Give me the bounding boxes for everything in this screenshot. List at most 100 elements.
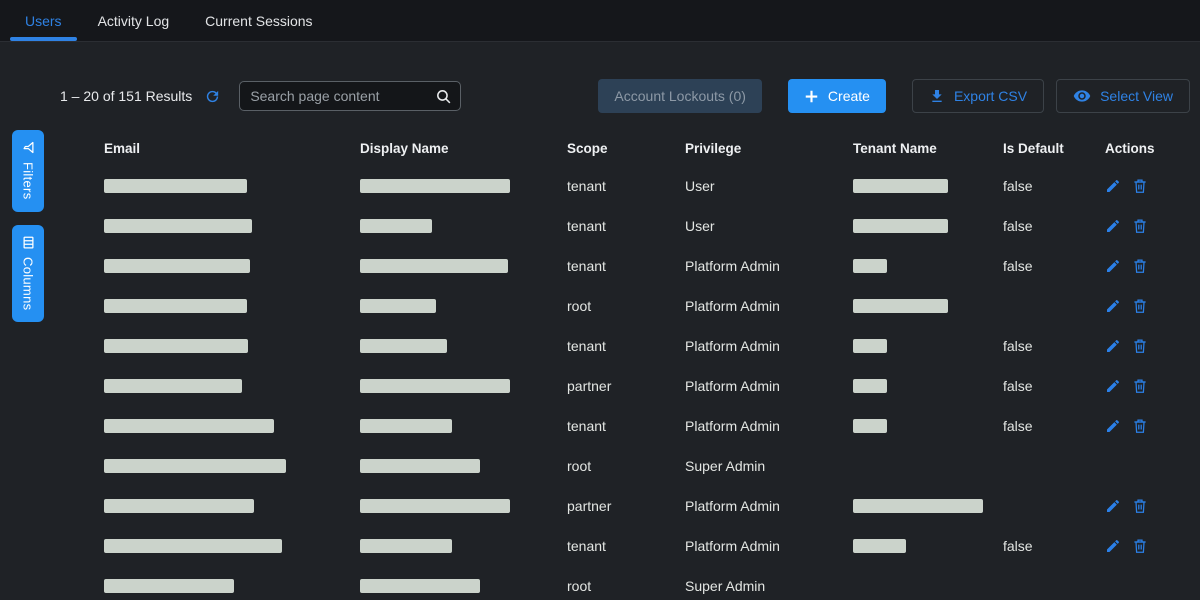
redacted-display-name-bar [360,379,510,393]
trash-icon [1132,378,1148,394]
edit-button[interactable] [1105,218,1121,234]
cell-scope: tenant [567,218,685,234]
pencil-icon [1105,298,1121,314]
tab-activity-log[interactable]: Activity Log [83,0,185,41]
cell-actions [1105,538,1197,554]
edit-button[interactable] [1105,258,1121,274]
search-input[interactable] [250,88,435,104]
columns-icon [21,235,36,250]
redacted-email-bar [104,419,274,433]
table-row: rootSuper Admin [104,446,1197,486]
edit-button[interactable] [1105,178,1121,194]
cell-display-name [360,419,567,433]
cell-tenant-name [853,499,1003,513]
redacted-email-bar [104,299,247,313]
delete-button[interactable] [1132,418,1148,434]
button-label: Account Lockouts (0) [614,88,746,104]
col-header-privilege: Privilege [685,141,853,156]
pencil-icon [1105,178,1121,194]
cell-actions [1105,338,1197,354]
cell-email [104,379,360,393]
delete-button[interactable] [1132,538,1148,554]
pencil-icon [1105,258,1121,274]
sidebar-tab-filters[interactable]: Filters [12,130,44,212]
cell-scope: tenant [567,418,685,434]
edit-button[interactable] [1105,378,1121,394]
redacted-tenant-name-bar [853,419,887,433]
redacted-email-bar [104,539,282,553]
cell-is-default: false [1003,178,1105,194]
redacted-email-bar [104,579,234,593]
export-csv-button[interactable]: Export CSV [912,79,1044,113]
toolbar: 1 – 20 of 151 Results Account Lockouts (… [0,78,1200,114]
edit-button[interactable] [1105,298,1121,314]
edit-button[interactable] [1105,538,1121,554]
cell-display-name [360,539,567,553]
cell-display-name [360,299,567,313]
create-button[interactable]: Create [788,79,886,113]
cell-scope: tenant [567,538,685,554]
cell-tenant-name [853,419,1003,433]
delete-button[interactable] [1132,498,1148,514]
trash-icon [1132,178,1148,194]
col-header-tenant-name: Tenant Name [853,141,1003,156]
edit-button[interactable] [1105,418,1121,434]
cell-is-default: false [1003,338,1105,354]
cell-email [104,339,360,353]
side-tabs: Filters Columns [12,130,44,322]
cell-actions [1105,298,1197,314]
cell-actions [1105,498,1197,514]
table-row: rootPlatform Admin [104,286,1197,326]
cell-display-name [360,499,567,513]
cell-email [104,539,360,553]
delete-button[interactable] [1132,338,1148,354]
cell-tenant-name [853,379,1003,393]
edit-button[interactable] [1105,498,1121,514]
edit-button[interactable] [1105,338,1121,354]
redacted-tenant-name-bar [853,219,948,233]
col-header-email: Email [104,141,360,156]
cell-actions [1105,418,1197,434]
tab-users[interactable]: Users [10,0,77,41]
trash-icon [1132,218,1148,234]
table-row: partnerPlatform Adminfalse [104,366,1197,406]
select-view-button[interactable]: Select View [1056,79,1190,113]
tab-current-sessions[interactable]: Current Sessions [190,0,327,41]
pencil-icon [1105,538,1121,554]
cell-privilege: Platform Admin [685,258,853,274]
cell-actions [1105,178,1197,194]
cell-scope: partner [567,378,685,394]
cell-privilege: Platform Admin [685,338,853,354]
delete-button[interactable] [1132,258,1148,274]
cell-scope: tenant [567,258,685,274]
delete-button[interactable] [1132,218,1148,234]
search-icon [435,88,452,105]
sidebar-tab-columns[interactable]: Columns [12,225,44,322]
trash-icon [1132,418,1148,434]
cell-privilege: Platform Admin [685,298,853,314]
cell-privilege: Platform Admin [685,498,853,514]
cell-scope: tenant [567,178,685,194]
pencil-icon [1105,498,1121,514]
table-row: tenantPlatform Adminfalse [104,326,1197,366]
delete-button[interactable] [1132,178,1148,194]
account-lockouts-button[interactable]: Account Lockouts (0) [598,79,762,113]
cell-is-default: false [1003,258,1105,274]
cell-email [104,219,360,233]
delete-button[interactable] [1132,298,1148,314]
cell-privilege: Super Admin [685,578,853,594]
redacted-display-name-bar [360,419,452,433]
refresh-button[interactable] [204,88,221,105]
cell-email [104,499,360,513]
cell-email [104,579,360,593]
cell-display-name [360,579,567,593]
cell-display-name [360,459,567,473]
redacted-tenant-name-bar [853,179,948,193]
trash-icon [1132,258,1148,274]
delete-button[interactable] [1132,378,1148,394]
cell-is-default: false [1003,218,1105,234]
cell-privilege: Super Admin [685,458,853,474]
redacted-tenant-name-bar [853,499,983,513]
cell-actions [1105,378,1197,394]
filter-icon [21,140,36,155]
